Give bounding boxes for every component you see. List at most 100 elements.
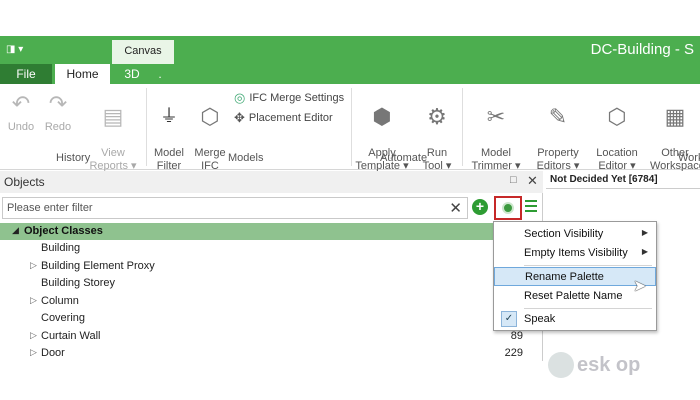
group-label-automate: Automate — [380, 152, 428, 164]
tree-row-count: 89 — [510, 329, 523, 342]
pencil-icon: ✎ — [548, 103, 568, 129]
undo-label: Undo — [7, 121, 35, 133]
redo-icon: ↷ — [48, 90, 68, 116]
expand-arrow-icon[interactable]: ▷ — [30, 347, 37, 358]
close-icon[interactable]: ✕ — [527, 173, 538, 189]
canvas-context-tab[interactable]: Canvas — [112, 40, 174, 64]
tree-row[interactable]: Building — [0, 240, 543, 257]
group-divider — [351, 88, 352, 166]
undo-button[interactable]: ↶ Undo — [6, 88, 36, 134]
filter-icon: ⏚ — [160, 105, 178, 126]
menu-separator — [524, 265, 652, 266]
tree-row[interactable]: ▷ Door 229 — [0, 345, 543, 362]
add-icon[interactable]: + — [472, 199, 488, 215]
filter-box: ✕ — [2, 197, 468, 219]
submenu-arrow-icon: ▶ — [641, 247, 648, 256]
tool-icon: ⚙ — [427, 103, 447, 129]
tree-row[interactable]: ▷ Building Element Proxy — [0, 258, 543, 275]
tree-row[interactable]: ▷ Column — [0, 293, 543, 310]
palette-settings-button[interactable] — [494, 196, 522, 220]
watermark-logo-icon — [548, 352, 574, 378]
tree-row[interactable]: Covering — [0, 310, 543, 327]
expand-arrow-icon[interactable]: ▷ — [30, 295, 37, 306]
location-editor-label: Location Editor ▾ — [596, 147, 638, 172]
view-reports-label: View Reports ▾ — [89, 147, 137, 172]
undo-icon: ↶ — [11, 90, 31, 116]
menu-item-empty-items-visibility[interactable]: Empty Items Visibility ▶ — [494, 244, 656, 263]
menu-item-label: Section Visibility — [524, 228, 604, 240]
tree-row[interactable]: ▷ Curtain Wall 89 — [0, 328, 543, 345]
watermark-text: esk op — [577, 353, 641, 376]
placement-editor-button[interactable]: ✥ Placement Editor — [234, 110, 333, 126]
group-divider — [146, 88, 147, 166]
model-filter-label: Model Filter — [154, 147, 184, 172]
report-icon: ▤ — [102, 103, 124, 129]
submenu-arrow-icon: ▶ — [641, 228, 648, 237]
tab-3d[interactable]: 3D — [114, 64, 150, 84]
hamburger-menu-icon[interactable] — [525, 200, 537, 215]
menu-item-rename-palette[interactable]: Rename Palette — [494, 267, 656, 286]
workspace-icon: ▦ — [664, 103, 686, 129]
menu-separator — [524, 308, 652, 309]
group-panel-title: Not Decided Yet [6784] — [550, 174, 658, 185]
ifc-merge-settings-label: IFC Merge Settings — [249, 92, 345, 104]
group-panel-header: Not Decided Yet [6784] — [546, 171, 700, 189]
ribbon: ↶ Undo ↷ Redo ▤ View Reports ▾ History ⏚… — [0, 84, 700, 172]
menu-item-label: Rename Palette — [525, 271, 604, 283]
model-trimmer-label: Model Trimmer ▾ — [471, 147, 521, 172]
property-editors-label: Property Editors ▾ — [536, 147, 580, 172]
tree-row-label: Door — [41, 347, 65, 359]
check-icon: ✓ — [501, 311, 517, 327]
clear-filter-icon[interactable]: ✕ — [449, 199, 462, 217]
collapse-triangle-icon[interactable]: ◢ — [12, 225, 19, 236]
scissors-icon: ✂ — [486, 103, 506, 129]
menu-item-label: Speak — [524, 313, 556, 325]
merge-ifc-label: Merge IFC — [194, 147, 226, 172]
tab-more[interactable]: . — [154, 64, 166, 84]
redo-label: Redo — [44, 121, 72, 133]
tree-row[interactable]: Building Storey — [0, 275, 543, 292]
tree-row-label: Building — [41, 242, 81, 254]
menu-item-reset-palette-name[interactable]: Reset Palette Name — [494, 287, 656, 306]
tree-row-count: 229 — [504, 347, 523, 359]
redo-button[interactable]: ↷ Redo — [42, 88, 74, 134]
merge-ifc-icon: ⬡ — [200, 103, 220, 129]
group-label-history: History — [56, 152, 91, 164]
objects-panel-header: Objects □ ✕ — [0, 171, 543, 193]
palette-icon — [502, 202, 514, 214]
move-icon: ✥ — [234, 110, 245, 125]
tab-home[interactable]: Home — [55, 64, 110, 84]
window-title: DC-Building - S — [590, 41, 694, 58]
tree-row-label: Column — [41, 294, 79, 307]
settings-icon: ◎ — [234, 90, 246, 105]
quick-access-toolbar[interactable]: ◨ ▾ — [6, 44, 23, 55]
tree-row-label: Building Element Proxy — [41, 259, 155, 272]
ribbon-tab-row: File Home 3D . — [0, 64, 700, 84]
location-cube-icon: ⬡ — [607, 103, 627, 129]
tree-group-header[interactable]: ◢ Object Classes — [0, 223, 543, 240]
ifc-merge-settings-button[interactable]: ◎ IFC Merge Settings — [234, 90, 344, 106]
expand-arrow-icon[interactable]: ▷ — [30, 330, 37, 341]
tree-group-label: Object Classes — [24, 225, 103, 237]
menu-item-label: Empty Items Visibility — [524, 247, 628, 259]
group-divider — [462, 88, 463, 166]
filter-input[interactable] — [3, 198, 443, 218]
tree-row-label: Curtain Wall — [41, 329, 101, 342]
watermark: esk op — [548, 352, 640, 378]
template-cube-icon: ⬢ — [372, 103, 392, 129]
expand-arrow-icon[interactable]: ▷ — [30, 260, 37, 271]
group-label-models: Models — [228, 152, 264, 164]
objects-panel: Objects □ ✕ ✕ + ◢ Object Classes Buildin… — [0, 171, 543, 361]
panel-title: Objects — [4, 175, 45, 189]
menu-item-label: Reset Palette Name — [524, 290, 623, 302]
menu-item-speak[interactable]: ✓ Speak — [494, 310, 656, 329]
mouse-cursor-icon: ➤ — [633, 278, 647, 295]
placement-editor-label: Placement Editor — [248, 112, 333, 124]
group-label-work: Work — [678, 152, 700, 164]
tree-row-label: Building Storey — [41, 277, 115, 289]
tree-row-label: Covering — [41, 312, 86, 324]
menu-item-section-visibility[interactable]: Section Visibility ▶ — [494, 225, 656, 244]
tab-file[interactable]: File — [0, 64, 52, 84]
float-window-icon[interactable]: □ — [510, 174, 517, 186]
title-bar: ◨ ▾ Canvas DC-Building - S — [0, 36, 700, 64]
